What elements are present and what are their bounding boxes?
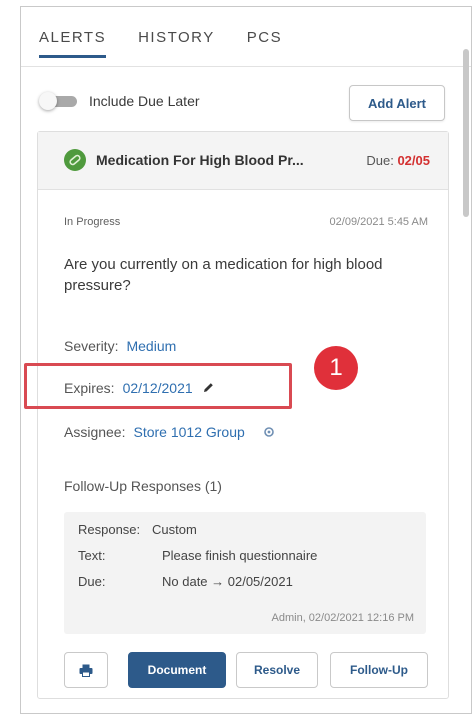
alert-status: In Progress bbox=[64, 216, 121, 228]
scrollbar-thumb[interactable] bbox=[463, 49, 469, 217]
alert-actions: Document Resolve Follow-Up bbox=[64, 652, 434, 690]
response-row: Response: Custom bbox=[78, 522, 197, 537]
include-due-later-toggle[interactable] bbox=[39, 92, 79, 110]
alert-question: Are you currently on a medication for hi… bbox=[64, 256, 383, 294]
resolve-button[interactable]: Resolve bbox=[236, 652, 318, 688]
tab-divider bbox=[21, 66, 471, 67]
assignee-value[interactable]: Store 1012 Group bbox=[133, 424, 244, 440]
followup-response: Response: Custom Text: Please finish quest… bbox=[64, 512, 426, 634]
add-alert-button[interactable]: Add Alert bbox=[349, 85, 445, 121]
toggle-knob bbox=[39, 92, 57, 110]
alert-due-date: 02/05 bbox=[397, 153, 430, 168]
response-due-row: Due: No date → 02/05/2021 bbox=[78, 574, 293, 589]
followup-responses-title: Follow-Up Responses (1) bbox=[64, 478, 222, 494]
gear-icon[interactable] bbox=[263, 425, 275, 441]
alert-title: Medication For High Blood Pr... bbox=[96, 152, 304, 168]
response-text-value: Please finish questionnaire bbox=[162, 548, 318, 563]
expires-highlight-box bbox=[24, 363, 292, 409]
response-due-value: No date → 02/05/2021 bbox=[162, 574, 293, 589]
step-callout: 1 bbox=[314, 346, 358, 390]
tab-pcs[interactable]: PCS bbox=[247, 29, 282, 58]
response-footer: Admin, 02/02/2021 12:16 PM bbox=[271, 612, 414, 624]
alert-card: Medication For High Blood Pr... Due: 02/… bbox=[24, 131, 449, 699]
printer-icon bbox=[79, 664, 93, 677]
tab-alerts[interactable]: ALERTS bbox=[39, 29, 107, 58]
alert-card-header[interactable]: Medication For High Blood Pr... Due: 02/… bbox=[38, 132, 448, 190]
alerts-panel: ALERTS HISTORY PCS Include Due Later Add… bbox=[20, 6, 472, 714]
severity-label: Severity: bbox=[64, 338, 119, 354]
response-value: Custom bbox=[152, 522, 197, 537]
assignee-label: Assignee: bbox=[64, 424, 126, 440]
response-key: Response: bbox=[78, 522, 141, 537]
include-due-later-label: Include Due Later bbox=[89, 93, 200, 109]
pill-icon bbox=[69, 154, 81, 166]
print-button[interactable] bbox=[64, 652, 108, 688]
response-text-key: Text: bbox=[78, 548, 106, 563]
tab-history[interactable]: HISTORY bbox=[138, 29, 215, 58]
alert-created-timestamp: 02/09/2021 5:45 AM bbox=[329, 216, 428, 228]
alert-due-label: Due: bbox=[366, 153, 394, 168]
assignee-field: Assignee: Store 1012 Group bbox=[64, 424, 275, 441]
severity-value[interactable]: Medium bbox=[126, 338, 176, 354]
severity-field: Severity: Medium bbox=[64, 338, 176, 354]
alert-type-icon bbox=[64, 149, 86, 171]
document-button[interactable]: Document bbox=[128, 652, 226, 688]
follow-up-button[interactable]: Follow-Up bbox=[330, 652, 428, 688]
alert-due: Due: 02/05 bbox=[366, 153, 430, 168]
response-due-key: Due: bbox=[78, 574, 106, 589]
alerts-toolbar: Include Due Later Add Alert bbox=[39, 85, 447, 121]
tab-bar: ALERTS HISTORY PCS bbox=[39, 29, 282, 58]
response-text-row: Text: Please finish questionnaire bbox=[78, 548, 317, 563]
